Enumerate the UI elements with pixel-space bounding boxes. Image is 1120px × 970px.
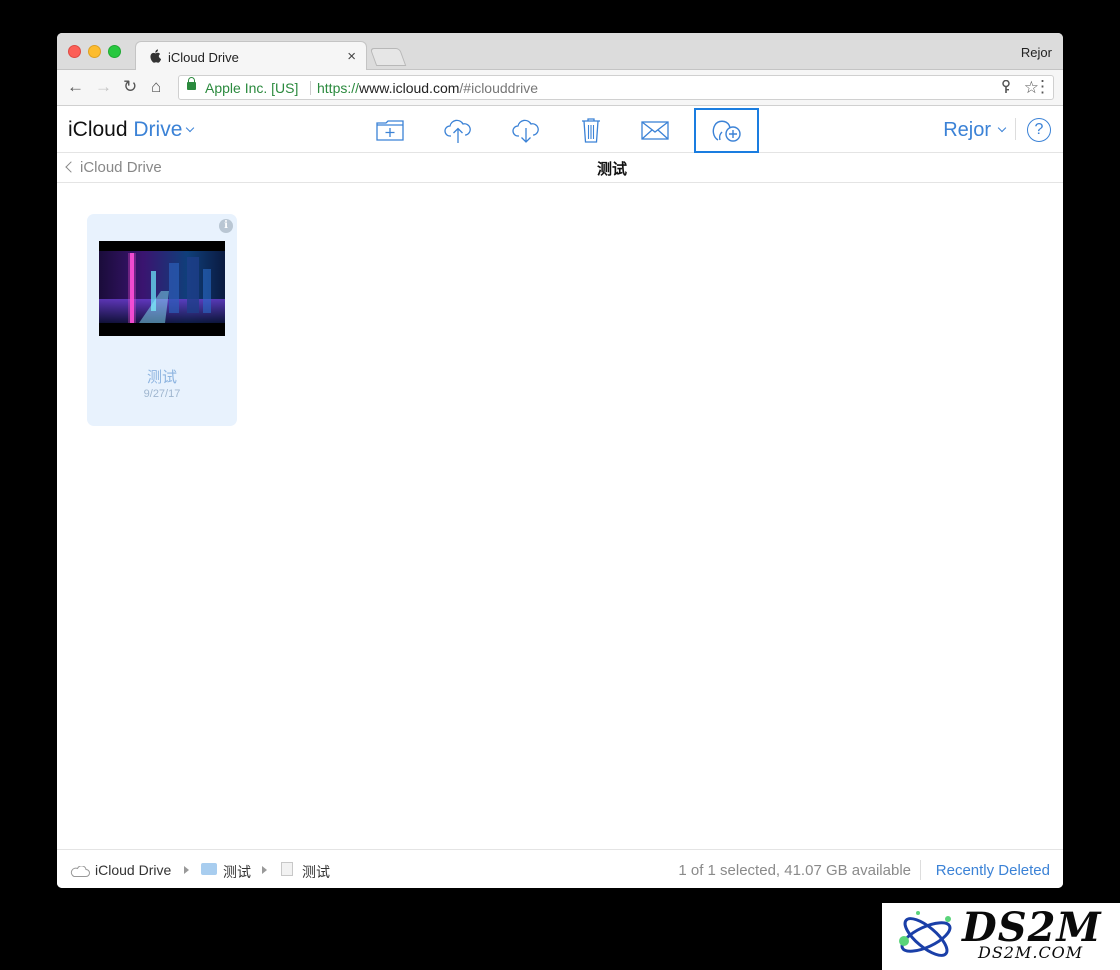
browser-menu-icon[interactable]: ⋮	[1034, 77, 1051, 97]
watermark-logo: DS2M DS2M.COM	[882, 903, 1120, 970]
selection-summary: 1 of 1 selected, 41.07 GB available	[678, 862, 911, 879]
brand-app-name: iCloud	[68, 118, 128, 141]
chevron-down-icon	[186, 123, 195, 133]
url-text: https://www.icloud.com/#iclouddrive	[317, 80, 539, 96]
video-thumbnail	[99, 241, 225, 336]
trash-icon[interactable]	[576, 115, 606, 145]
file-grid: i 测试 9/27/17	[57, 184, 1063, 849]
lock-icon	[187, 77, 196, 90]
status-divider	[920, 860, 921, 880]
home-icon[interactable]: ⌂	[151, 77, 161, 97]
zoom-window-button[interactable]	[108, 45, 121, 58]
breadcrumb-root[interactable]: iCloud Drive	[95, 862, 171, 878]
download-icon[interactable]	[511, 115, 541, 145]
secure-origin-label: Apple Inc. [US]	[205, 80, 299, 96]
folder-icon	[201, 863, 217, 875]
address-toolbar: ← → ↻ ⌂ Apple Inc. [US] https://www.iclo…	[57, 70, 1063, 106]
recently-deleted-link[interactable]: Recently Deleted	[936, 862, 1050, 879]
info-icon[interactable]: i	[219, 219, 233, 233]
browser-window: iCloud Drive × Rejor ← → ↻ ⌂ Apple Inc. …	[57, 33, 1063, 888]
file-item[interactable]: i 测试 9/27/17	[87, 214, 237, 426]
mail-icon[interactable]	[640, 115, 670, 145]
omnibox-divider	[310, 81, 311, 95]
breadcrumb-file[interactable]: 测试	[302, 862, 330, 882]
status-bar: iCloud Drive 测试 测试 1 of 1 selected, 41.0…	[57, 849, 1063, 888]
url-bar[interactable]: Apple Inc. [US] https://www.icloud.com/#…	[178, 75, 1054, 100]
header-divider	[1015, 118, 1016, 140]
cloud-icon	[70, 864, 90, 877]
minimize-window-button[interactable]	[88, 45, 101, 58]
tab-title: iCloud Drive	[168, 50, 239, 65]
chevron-down-icon	[997, 123, 1007, 133]
file-name: 测试	[146, 369, 177, 386]
document-icon	[281, 862, 293, 876]
breadcrumb-folder[interactable]: 测试	[223, 862, 251, 882]
folder-navigation-bar: iCloud Drive 测试	[57, 153, 1063, 183]
apple-icon	[149, 49, 162, 66]
watermark-subtitle: DS2M.COM	[978, 943, 1084, 962]
breadcrumb-arrow-icon	[184, 866, 189, 874]
account-menu[interactable]: Rejor	[943, 119, 1007, 142]
reload-icon[interactable]: ↻	[123, 77, 137, 97]
browser-profile-name[interactable]: Rejor	[1021, 45, 1052, 60]
folder-title: 测试	[596, 161, 627, 178]
icloud-header: iCloud Drive Rejor ?	[57, 107, 1063, 153]
tab-icloud-drive[interactable]: iCloud Drive ×	[135, 41, 367, 71]
tab-close-icon[interactable]: ×	[347, 48, 356, 65]
file-date: 9/27/17	[143, 388, 181, 400]
watermark-emblem-icon	[899, 911, 952, 957]
share-person-add-icon[interactable]	[709, 115, 745, 145]
forward-arrow-icon[interactable]: →	[95, 77, 112, 97]
app-switcher[interactable]: iCloud Drive	[68, 118, 195, 142]
brand-section-name: Drive	[133, 118, 183, 141]
back-arrow-icon[interactable]: ←	[67, 77, 84, 97]
key-icon[interactable]	[1001, 79, 1011, 97]
help-icon[interactable]: ?	[1027, 118, 1051, 142]
breadcrumb-arrow-icon	[262, 866, 267, 874]
upload-icon[interactable]	[443, 115, 473, 145]
tab-strip: iCloud Drive × Rejor	[57, 33, 1063, 71]
new-tab-button[interactable]	[369, 48, 407, 66]
close-window-button[interactable]	[68, 45, 81, 58]
new-folder-icon[interactable]	[375, 115, 405, 145]
